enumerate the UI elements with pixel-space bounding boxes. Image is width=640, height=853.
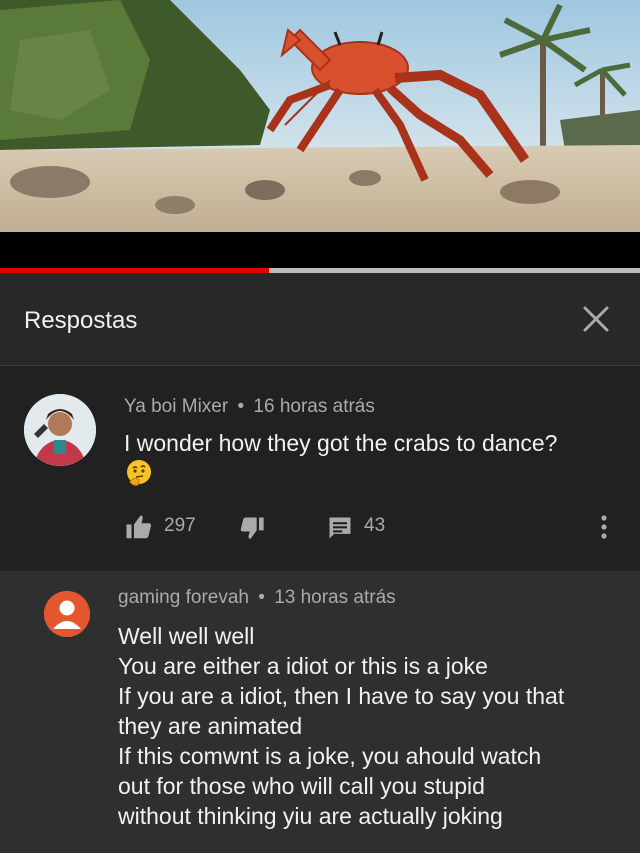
reply-comment: gaming forevah • 13 horas atrás Well wel… [0,571,640,853]
video-frame-image [0,0,640,232]
reply-line: without thinking yiu are actually joking [118,803,503,829]
video-player[interactable] [0,0,640,232]
comment-meta: Ya boi Mixer • 16 horas atrás [124,396,375,418]
panel-title: Respostas [24,307,138,334]
reply-author[interactable]: gaming forevah [118,587,249,608]
reply-avatar[interactable] [44,591,90,637]
close-icon [583,306,609,332]
reply-text: Well well well You are either a idiot or… [118,621,618,831]
parent-comment: Ya boi Mixer • 16 horas atrás I wonder h… [0,366,640,571]
reply-timestamp[interactable]: 13 horas atrás [274,587,395,608]
reply-line: If you are a idiot, then I have to say y… [118,683,565,709]
comment-author[interactable]: Ya boi Mixer [124,396,228,417]
avatar-image [24,394,96,466]
thinking-face-emoji [124,458,154,488]
like-button[interactable] [124,512,154,542]
avatar[interactable] [24,394,96,466]
reply-line: they are animated [118,713,303,739]
reply-count: 43 [364,515,386,536]
meta-separator: • [237,396,245,417]
replies-header: Respostas [0,273,640,366]
reply-line: If this comwnt is a joke, you ahould wat… [118,743,542,769]
comment-text: I wonder how they got the crabs to dance… [124,430,558,456]
close-button[interactable] [580,303,612,335]
comment-actions: 297 43 [124,512,624,542]
more-vert-icon [601,515,607,539]
dislike-button[interactable] [238,514,268,544]
like-count: 297 [164,515,196,536]
more-options-button[interactable] [594,512,614,542]
reply-button[interactable] [326,514,356,544]
reply-line: out for those who will call you stupid [118,773,485,799]
reply-line: You are either a idiot or this is a joke [118,653,488,679]
thumbs-up-icon [126,515,151,539]
reply-meta: gaming forevah • 13 horas atrás [118,587,396,609]
thumbs-down-icon [240,517,264,539]
default-user-icon [44,591,90,637]
reply-line: Well well well [118,623,255,649]
comment-timestamp[interactable]: 16 horas atrás [253,396,374,417]
video-letterbox [0,232,640,270]
meta-separator: • [258,587,265,608]
comment-icon [329,517,351,539]
